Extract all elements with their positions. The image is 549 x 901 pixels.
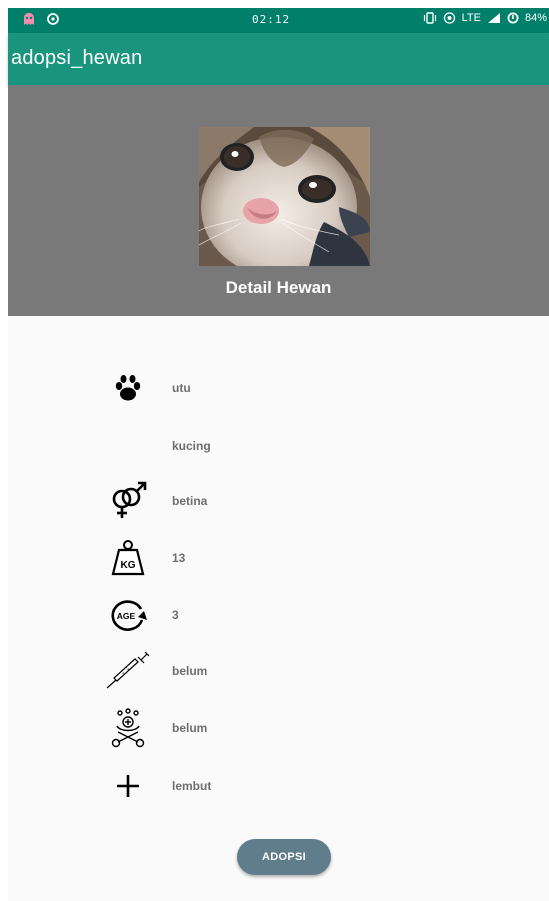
detail-value-gender: betina <box>172 494 208 508</box>
detail-row-gender: betina <box>8 481 549 521</box>
app-title: adopsi_hewan <box>11 47 143 69</box>
detail-content: utu kucing betina KG 13 AGE 3 belum belu… <box>8 316 549 901</box>
syringe-icon <box>106 652 150 689</box>
detail-value-age: 3 <box>172 608 179 622</box>
detail-row-age: AGE 3 <box>8 595 549 635</box>
detail-row-vaccine: belum <box>8 651 549 691</box>
weight-icon: KG <box>111 540 145 576</box>
detail-row-species: kucing <box>8 426 549 466</box>
paw-icon <box>115 375 141 401</box>
svg-text:AGE: AGE <box>117 611 136 621</box>
signal-icon <box>487 13 500 23</box>
status-time: 02:12 <box>252 13 291 26</box>
plus-icon <box>117 775 139 797</box>
status-bar: 02:12 LTE 84% <box>8 8 549 33</box>
detail-value-name: utu <box>172 381 191 395</box>
age-icon: AGE <box>111 600 147 631</box>
status-left-icons <box>22 12 60 26</box>
detail-row-weight: KG 13 <box>8 538 549 578</box>
detail-value-vaccine: belum <box>172 664 208 678</box>
ghost-icon <box>24 13 34 25</box>
detail-value-weight: 13 <box>172 551 186 565</box>
detail-value-temperament: lembut <box>172 779 212 793</box>
adopt-button[interactable]: ADOPSI <box>237 839 331 875</box>
detail-row-sterilized: belum <box>8 708 549 748</box>
detail-value-sterilized: belum <box>172 721 208 735</box>
header-title: Detail Hewan <box>225 278 332 297</box>
svg-text:KG: KG <box>121 560 136 571</box>
app-bar: adopsi_hewan <box>8 33 549 85</box>
hotspot-icon <box>443 12 455 24</box>
detail-row-temperament: lembut <box>8 766 549 806</box>
status-right-icons: LTE 84% <box>423 12 547 24</box>
pet-photo <box>199 127 370 266</box>
network-type: LTE <box>461 12 481 24</box>
battery-level: 84% <box>524 12 547 24</box>
cat-photo <box>199 127 370 266</box>
battery-icon <box>507 12 519 24</box>
gender-icon <box>112 481 147 518</box>
vibrate-icon <box>423 12 436 24</box>
medical-icon <box>111 708 145 748</box>
detail-value-species: kucing <box>172 439 211 453</box>
refresh-icon <box>47 13 59 25</box>
detail-row-name: utu <box>8 368 549 408</box>
detail-header: Detail Hewan <box>8 85 549 316</box>
